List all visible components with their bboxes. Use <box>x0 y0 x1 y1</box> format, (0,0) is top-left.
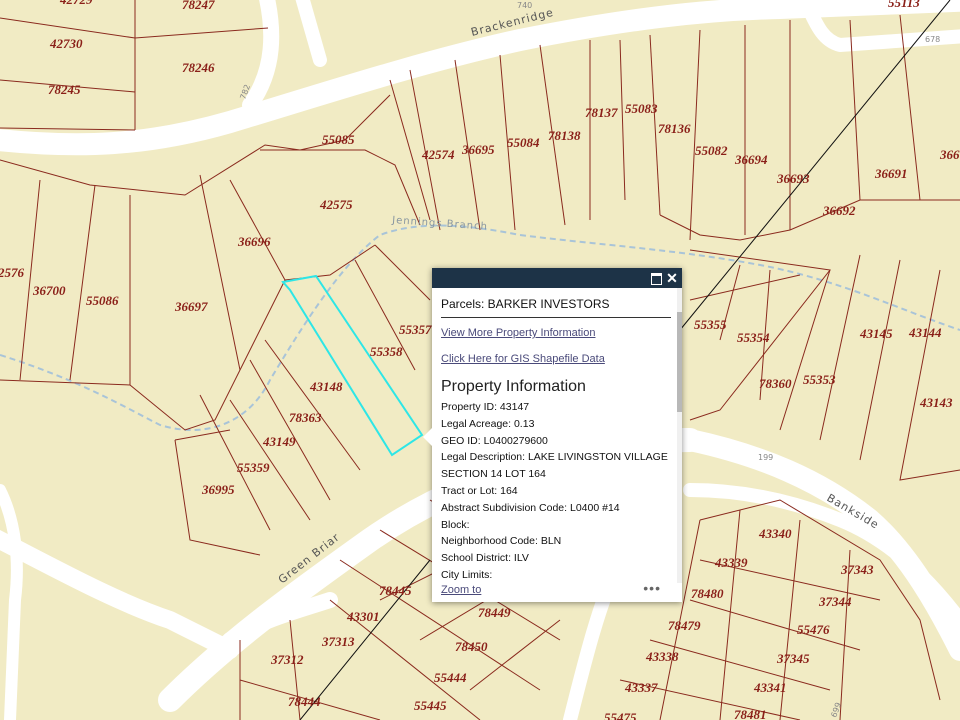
field-block: Block: <box>441 518 470 531</box>
parcel-info-popup: ✕ Parcels: BARKER INVESTORS View More Pr… <box>423 268 682 602</box>
view-property-info-link[interactable]: View More Property Information <box>441 327 673 339</box>
parcel-label: 78444 <box>288 694 321 709</box>
parcel-label: 78247 <box>182 0 215 12</box>
parcel-label: 78479 <box>668 618 701 633</box>
parcel-label: 55085 <box>322 132 355 147</box>
popup-pointer <box>423 428 432 446</box>
parcel-label: 36692 <box>822 203 856 218</box>
parcel-label: 55358 <box>370 344 403 359</box>
parcel-label: 36693 <box>776 171 810 186</box>
more-options-icon[interactable]: ••• <box>643 580 661 596</box>
parcel-label: 55476 <box>797 622 830 637</box>
parcel-label: 43145 <box>859 326 893 341</box>
address-label: 678 <box>925 35 940 44</box>
parcel-label: 43339 <box>714 555 748 570</box>
parcel-label: 42730 <box>49 36 83 51</box>
parcel-label: 37312 <box>270 652 304 667</box>
parcel-label: 55444 <box>434 670 467 685</box>
popup-body: Parcels: BARKER INVESTORS View More Prop… <box>432 288 682 602</box>
popup-header: ✕ <box>432 268 682 288</box>
parcel-label: 36696 <box>237 234 271 249</box>
parcel-label: 43340 <box>758 526 792 541</box>
field-city-limits: City Limits: <box>441 568 493 581</box>
parcel-label: 55086 <box>86 293 119 308</box>
gis-shapefile-link[interactable]: Click Here for GIS Shapefile Data <box>441 353 673 365</box>
field-legal-description: Legal Description: LAKE LIVINGSTON VILLA… <box>441 451 668 481</box>
parcel-label: 55082 <box>695 143 728 158</box>
parcel-label: 36700 <box>32 283 66 298</box>
parcel-label: 55445 <box>414 698 447 713</box>
parcel-label: 78450 <box>455 639 488 654</box>
parcel-label: 55475 <box>604 710 637 720</box>
parcel-label: 36697 <box>174 299 208 314</box>
parcel-label: 37313 <box>321 634 355 649</box>
parcel-label: 43149 <box>262 434 296 449</box>
address-label: 199 <box>758 453 773 462</box>
field-neighborhood-code: Neighborhood Code: BLN <box>441 535 562 548</box>
field-property-id: Property ID: 43147 <box>441 401 530 413</box>
parcel-label: 43338 <box>645 649 679 664</box>
parcel-label: 78138 <box>548 128 581 143</box>
popup-title: Parcels: BARKER INVESTORS <box>441 288 671 318</box>
parcel-label: 36694 <box>734 152 768 167</box>
parcel-label: 55357 <box>399 322 432 337</box>
parcel-label: 55113 <box>888 0 920 10</box>
parcel-label: 42574 <box>421 147 455 162</box>
parcel-label: 43341 <box>753 680 787 695</box>
parcel-label: 78360 <box>759 376 792 391</box>
parcel-label: 2576 <box>0 265 25 280</box>
parcel-label: 37343 <box>840 562 874 577</box>
popup-scrollbar-thumb[interactable] <box>677 312 682 412</box>
property-info-heading: Property Information <box>441 378 586 395</box>
parcel-label: 55354 <box>737 330 770 345</box>
field-school-district: School District: ILV <box>441 552 529 565</box>
parcel-label: 78481 <box>734 707 767 720</box>
close-icon[interactable]: ✕ <box>664 270 680 286</box>
field-abstract-subdivision: Abstract Subdivision Code: L0400 #14 <box>441 501 620 514</box>
parcel-label: 78246 <box>182 60 215 75</box>
parcel-label: 55084 <box>507 135 540 150</box>
parcel-label: 42729 <box>59 0 93 7</box>
parcel-label: 78449 <box>478 605 511 620</box>
popup-footer: Zoom to ••• <box>441 580 673 598</box>
parcel-label: 55359 <box>237 460 270 475</box>
parcel-label: 78137 <box>585 105 618 120</box>
address-label: 740 <box>517 1 532 10</box>
parcel-label: 78445 <box>379 583 412 598</box>
parcel-label: 36691 <box>874 166 908 181</box>
field-tract-or-lot: Tract or Lot: 164 <box>441 484 518 497</box>
parcel-label: 78136 <box>658 121 691 136</box>
zoom-to-link[interactable]: Zoom to <box>441 584 481 596</box>
parcel-label: 43337 <box>624 680 658 695</box>
parcel-label: 43148 <box>309 379 343 394</box>
parcel-label: 366 <box>939 147 960 162</box>
parcel-label: 37344 <box>818 594 852 609</box>
parcel-label: 55353 <box>803 372 836 387</box>
maximize-icon[interactable] <box>648 270 664 286</box>
parcel-label: 78363 <box>289 410 322 425</box>
field-legal-acreage: Legal Acreage: 0.13 <box>441 417 535 430</box>
field-geo-id: GEO ID: L0400279600 <box>441 434 548 447</box>
parcel-label: 43144 <box>908 325 942 340</box>
parcel-label: 55083 <box>625 101 658 116</box>
parcel-label: 78480 <box>691 586 724 601</box>
parcel-label: 55355 <box>694 317 727 332</box>
parcel-label: 43143 <box>919 395 953 410</box>
parcel-label: 36995 <box>201 482 235 497</box>
parcel-label: 78245 <box>48 82 81 97</box>
parcel-label: 43301 <box>346 609 380 624</box>
parcel-label: 37345 <box>776 651 810 666</box>
parcel-label: 42575 <box>319 197 353 212</box>
parcel-label: 36695 <box>461 142 495 157</box>
